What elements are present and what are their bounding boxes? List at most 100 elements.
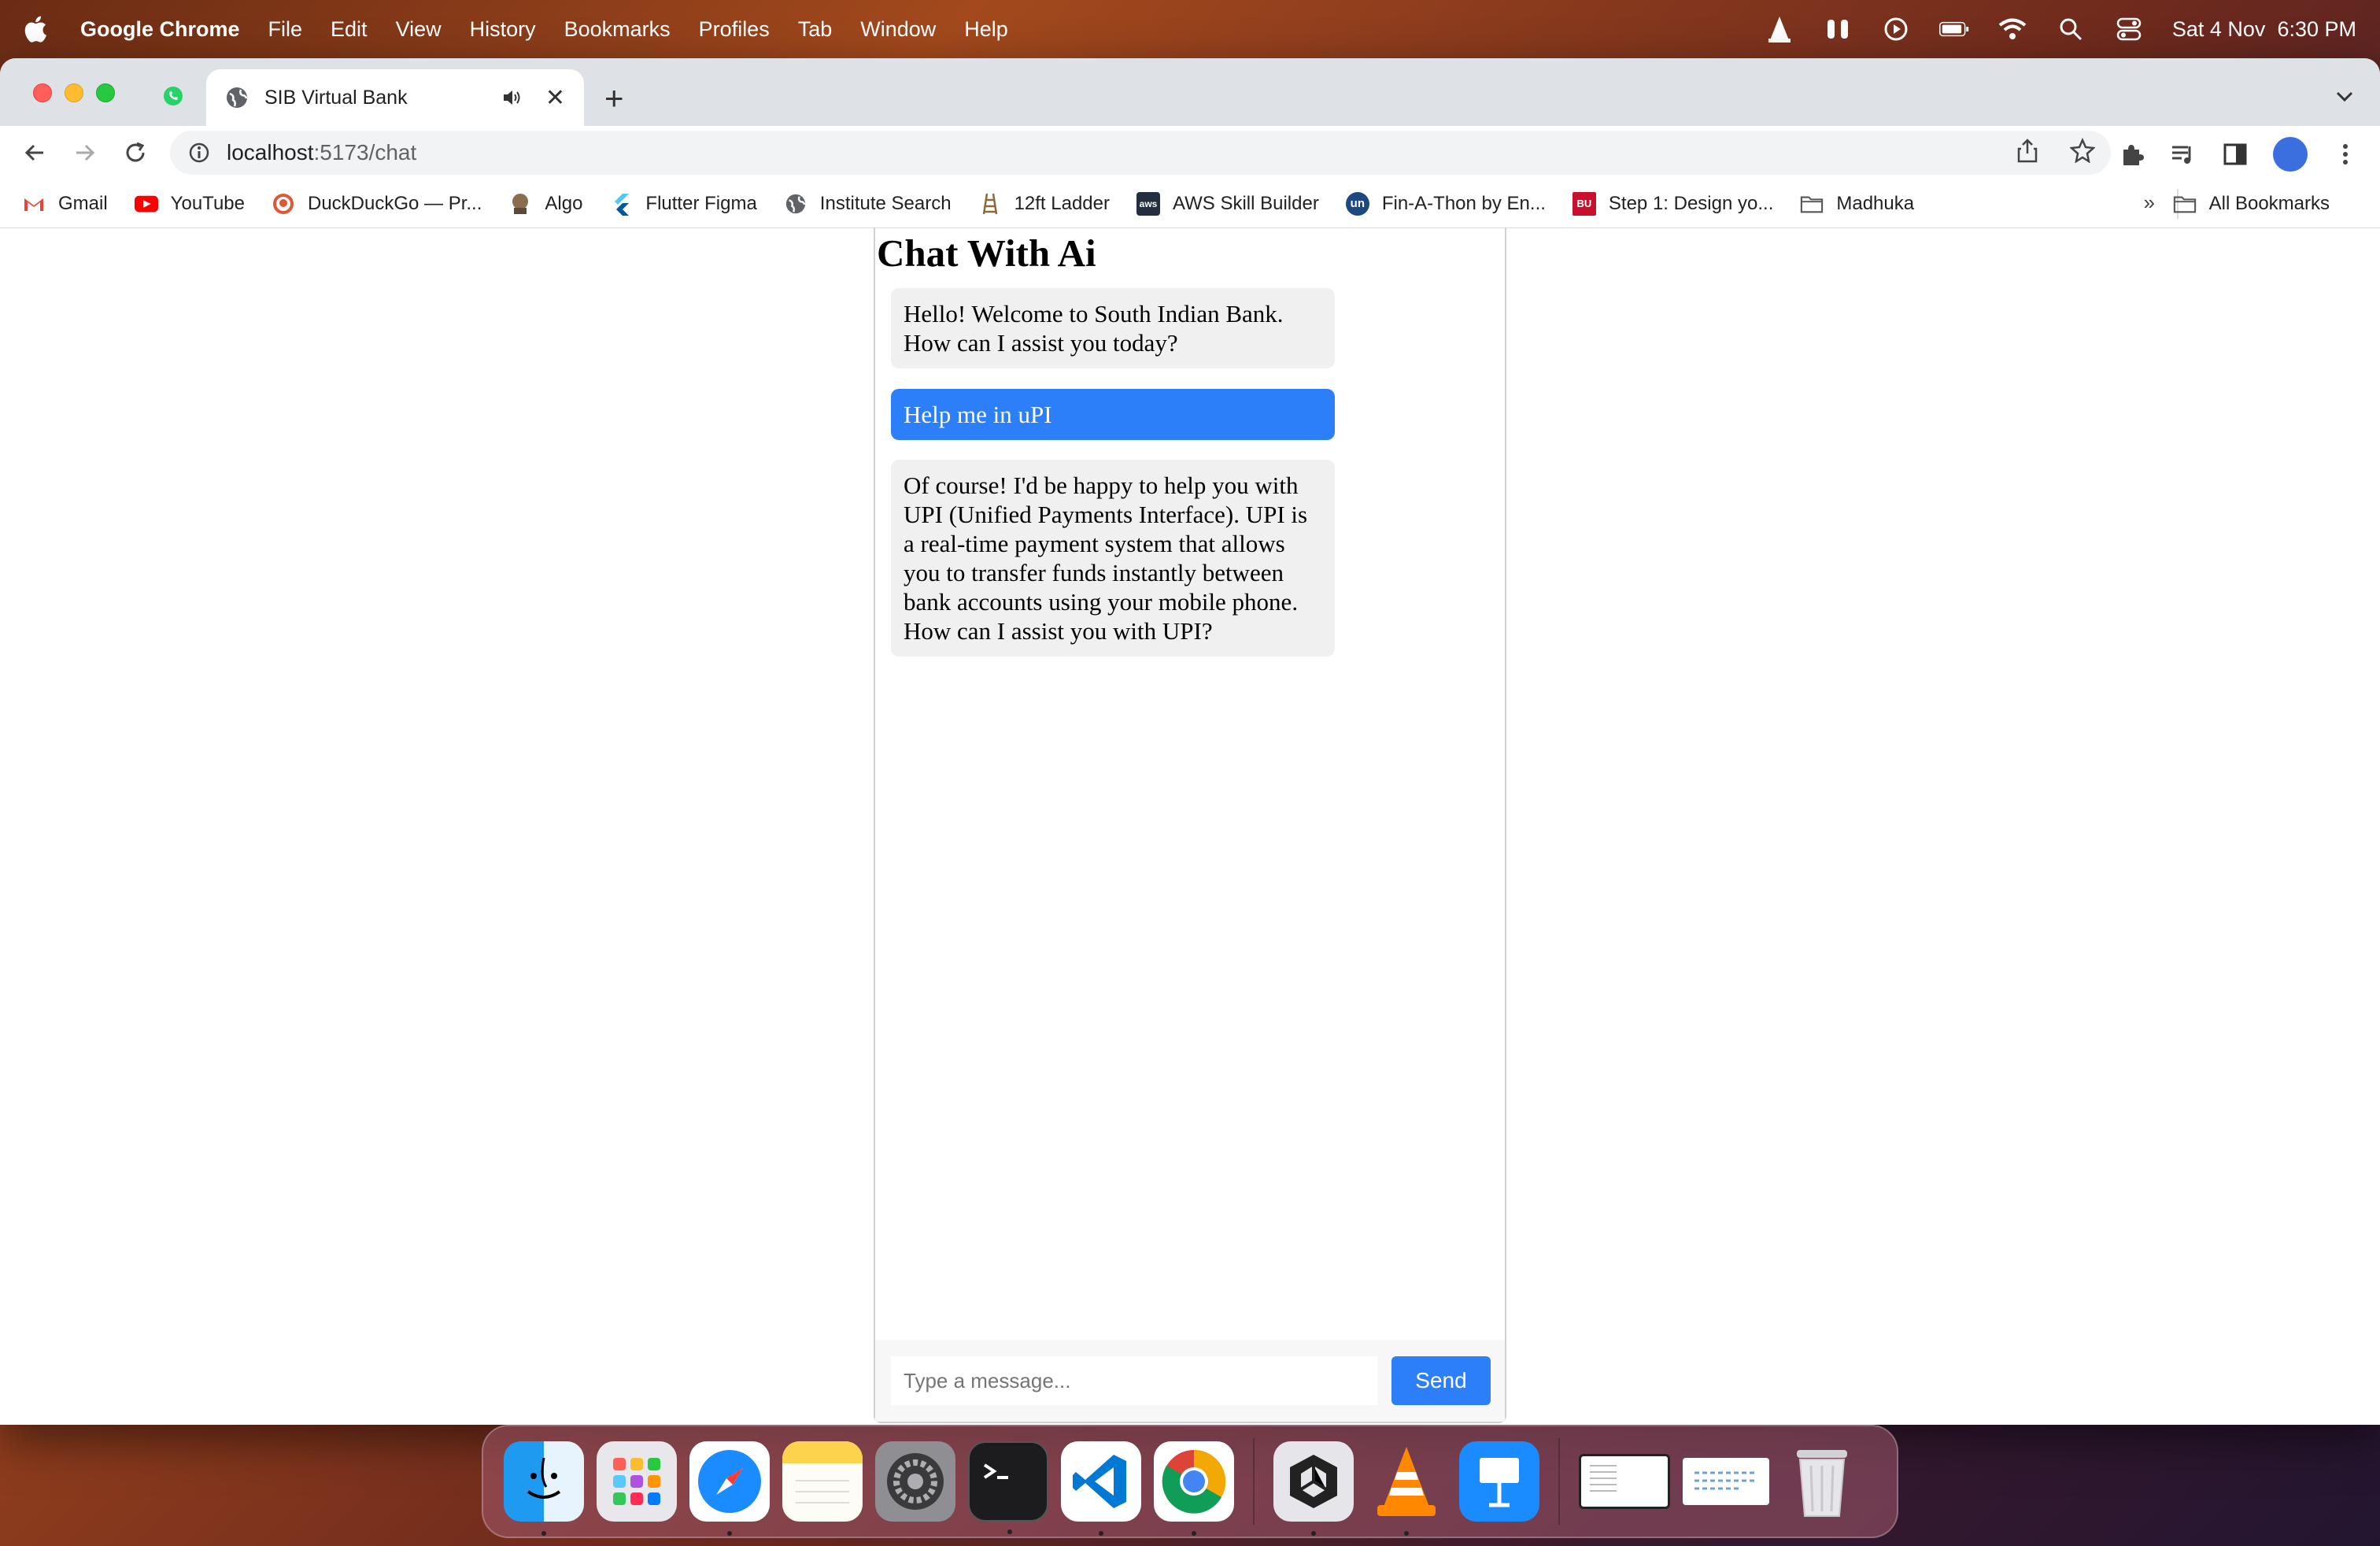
recent-window-thumbnail[interactable] — [1579, 1454, 1670, 1509]
menu-profiles[interactable]: Profiles — [699, 17, 770, 42]
apple-menu-icon[interactable] — [24, 16, 50, 43]
dock-separator — [1558, 1438, 1560, 1525]
bookmark-algo[interactable]: Algo — [508, 192, 582, 216]
folder-icon — [1800, 192, 1824, 216]
share-icon[interactable] — [2016, 138, 2038, 168]
macos-dock — [482, 1425, 1898, 1538]
bookmark-step-1-design[interactable]: BU Step 1: Design yo... — [1572, 191, 1773, 216]
launchpad-icon[interactable] — [597, 1441, 677, 1522]
control-center-icon[interactable] — [2114, 14, 2144, 44]
url-host: localhost — [227, 140, 314, 165]
more-bookmarks-chevron-icon[interactable]: » — [2144, 190, 2155, 215]
bookmark-gmail[interactable]: Gmail — [22, 192, 108, 216]
bookmark-star-icon[interactable] — [2069, 137, 2096, 168]
tab-sib-virtual-bank[interactable]: SIB Virtual Bank ✕ — [206, 69, 584, 126]
bookmark-duckduckgo[interactable]: DuckDuckGo — Pr... — [272, 192, 482, 216]
reading-list-icon[interactable] — [2169, 140, 2197, 168]
bookmark-aws-skill-builder[interactable]: aws AWS Skill Builder — [1136, 191, 1319, 216]
tab-search-chevron-icon[interactable] — [2333, 87, 2356, 105]
menu-help[interactable]: Help — [964, 17, 1008, 42]
globe-icon — [784, 192, 808, 216]
safari-icon[interactable] — [689, 1441, 770, 1536]
menu-history[interactable]: History — [470, 17, 536, 42]
menu-view[interactable]: View — [396, 17, 442, 42]
youtube-icon — [134, 192, 158, 216]
trash-icon[interactable] — [1782, 1441, 1862, 1522]
recent-document-thumbnail[interactable] — [1683, 1458, 1769, 1505]
window-close-button[interactable] — [33, 83, 52, 102]
notes-icon[interactable] — [782, 1441, 863, 1522]
macos-menubar: Google Chrome File Edit View History Boo… — [0, 0, 2380, 58]
menu-tab[interactable]: Tab — [798, 17, 833, 42]
menu-app-name[interactable]: Google Chrome — [80, 17, 240, 42]
url-path: :5173/chat — [313, 140, 417, 165]
tab-bar: SIB Virtual Bank ✕ + — [0, 58, 2380, 126]
vscode-icon[interactable] — [1061, 1441, 1141, 1536]
page-viewport: Chat With Ai Hello! Welcome to South Ind… — [0, 228, 2380, 1423]
terminal-icon[interactable] — [968, 1441, 1048, 1534]
profile-avatar[interactable] — [2273, 137, 2308, 172]
gmail-icon — [22, 192, 46, 216]
bot-message: Of course! I'd be happy to help you with… — [891, 460, 1335, 656]
bu-icon: BU — [1572, 191, 1596, 216]
user-message: Help me in uPI — [891, 389, 1335, 440]
chrome-menu-icon[interactable] — [2331, 140, 2360, 168]
address-bar[interactable]: localhost:5173/chat — [170, 131, 2111, 175]
duckduckgo-icon — [272, 192, 295, 216]
globe-icon — [225, 86, 249, 109]
algo-icon — [508, 192, 532, 216]
airpods-icon[interactable] — [1823, 14, 1853, 44]
reload-icon[interactable] — [120, 137, 151, 168]
bookmark-institute-search[interactable]: Institute Search — [784, 192, 952, 216]
tab-audio-icon[interactable] — [501, 87, 522, 108]
unity-icon[interactable] — [1273, 1441, 1354, 1536]
chrome-window: SIB Virtual Bank ✕ + localhost:5173/chat — [0, 58, 2380, 1425]
bookmark-youtube[interactable]: YouTube — [134, 192, 245, 216]
extensions-icon[interactable] — [2117, 140, 2145, 168]
menu-edit[interactable]: Edit — [331, 17, 368, 42]
tab-title: SIB Virtual Bank — [264, 86, 408, 109]
all-bookmarks-folder[interactable]: All Bookmarks — [2173, 192, 2330, 216]
bookmark-12ft-ladder[interactable]: 12ft Ladder — [978, 192, 1110, 216]
bookmarks-bar: Gmail YouTube DuckDuckGo — Pr... Algo Fl… — [0, 179, 2380, 228]
folder-icon — [2173, 192, 2197, 216]
flutter-icon — [609, 192, 633, 216]
vlc-status-icon[interactable] — [1765, 14, 1794, 44]
bookmark-fin-a-thon[interactable]: un Fin-A-Thon by En... — [1345, 191, 1546, 216]
site-info-icon[interactable] — [187, 141, 211, 165]
menu-bookmarks[interactable]: Bookmarks — [564, 17, 671, 42]
keynote-icon[interactable] — [1459, 1441, 1539, 1522]
now-playing-icon[interactable] — [1881, 14, 1911, 44]
window-maximize-button[interactable] — [96, 83, 115, 102]
back-arrow-icon[interactable] — [19, 137, 50, 168]
tab-close-icon[interactable]: ✕ — [545, 84, 565, 112]
spotlight-search-icon[interactable] — [2056, 14, 2086, 44]
whatsapp-pinned-tab-icon[interactable] — [162, 85, 184, 107]
vlc-icon[interactable] — [1366, 1441, 1447, 1536]
bookmark-flutter-figma[interactable]: Flutter Figma — [609, 192, 757, 216]
ladder-icon — [978, 192, 1002, 216]
browser-toolbar: localhost:5173/chat — [0, 126, 2380, 179]
send-button[interactable]: Send — [1391, 1356, 1491, 1405]
dock-separator — [1253, 1438, 1255, 1525]
chat-panel: Chat With Ai Hello! Welcome to South Ind… — [874, 228, 1506, 1423]
chat-title: Chat With Ai — [877, 231, 1096, 275]
unstop-icon: un — [1345, 191, 1369, 216]
chrome-icon[interactable] — [1154, 1441, 1234, 1536]
bookmark-folder-madhuka[interactable]: Madhuka — [1800, 192, 1914, 216]
side-panel-icon[interactable] — [2221, 140, 2249, 168]
finder-icon[interactable] — [504, 1441, 584, 1536]
window-minimize-button[interactable] — [65, 83, 83, 102]
battery-icon[interactable] — [1938, 14, 1969, 44]
bot-message: Hello! Welcome to South Indian Bank. How… — [891, 288, 1335, 368]
system-settings-icon[interactable] — [875, 1441, 955, 1522]
wifi-icon[interactable] — [1998, 14, 2027, 44]
new-tab-button[interactable]: + — [604, 82, 624, 115]
menubar-clock[interactable]: Sat 4 Nov 6:30 PM — [2172, 17, 2356, 42]
forward-arrow-icon[interactable] — [69, 137, 101, 168]
message-input[interactable] — [891, 1356, 1377, 1405]
menu-window[interactable]: Window — [860, 17, 936, 42]
aws-icon: aws — [1136, 191, 1160, 216]
menu-file[interactable]: File — [268, 17, 303, 42]
message-composer: Send — [875, 1340, 1505, 1422]
